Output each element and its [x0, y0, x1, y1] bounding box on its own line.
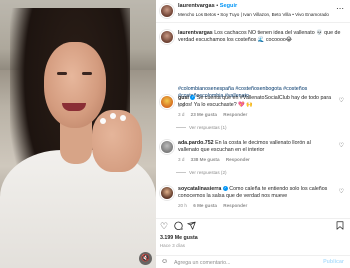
comment-username[interactable]: gusi	[178, 95, 189, 101]
comment-avatar[interactable]	[160, 140, 174, 154]
more-horizontal-icon[interactable]: ⋯	[336, 5, 344, 13]
comment-time: 3 d	[178, 157, 185, 162]
nail	[100, 118, 106, 124]
follow-button[interactable]: Seguir	[220, 3, 237, 9]
reel-video[interactable]: 🔇	[0, 0, 156, 268]
emoji-icon[interactable]: ☺	[161, 258, 168, 266]
share-icon[interactable]	[187, 221, 196, 232]
comment-composer: ☺ Publicar	[156, 255, 350, 268]
nail	[110, 113, 116, 119]
comment-body: Se cuenta que en #VallenatoSocialClub ha…	[178, 95, 332, 108]
separator-dot: •	[216, 3, 219, 9]
view-replies-button[interactable]: Ver respuestas (1)	[189, 125, 227, 130]
mute-toggle-icon[interactable]: 🔇	[139, 252, 152, 265]
right-eye	[82, 72, 92, 75]
comment-meta: 3 d 23 Me gusta Responder	[178, 112, 252, 117]
post-panel: laurentvargas • Seguir Mencho Los Betos …	[156, 0, 350, 268]
comment-icon[interactable]	[174, 221, 183, 232]
comment-reply-button[interactable]: Responder	[226, 157, 250, 162]
comment-like-heart-icon[interactable]: ♡	[339, 142, 344, 149]
caption-avatar[interactable]	[160, 30, 174, 44]
comment-text: ada.pardo.752 En la costa le decimos val…	[178, 140, 333, 154]
comment-like-heart-icon[interactable]: ♡	[339, 97, 344, 104]
comment-reply-button[interactable]: Responder	[223, 203, 247, 208]
left-eye	[57, 72, 67, 75]
post-header: laurentvargas • Seguir Mencho Los Betos …	[156, 0, 350, 23]
author-avatar[interactable]	[160, 4, 174, 18]
comment-likes[interactable]: 23 Me gusta	[191, 112, 217, 117]
nail	[120, 115, 126, 121]
actions-divider	[156, 218, 350, 219]
comment-text: soycatalinasierra ✓ Como caleña te entie…	[178, 186, 333, 200]
post-date: Hace 3 días	[160, 243, 186, 248]
woman-face	[44, 42, 106, 128]
comment-like-heart-icon[interactable]: ♡	[339, 188, 344, 195]
bookmark-icon[interactable]	[336, 221, 344, 232]
audio-link[interactable]: Mencho Los Betos • Soy Tuyo | Ivan Villa…	[178, 12, 329, 17]
author-username[interactable]: laurentvargas	[178, 3, 215, 9]
comment-input[interactable]	[174, 258, 314, 267]
heart-icon[interactable]: ♡	[160, 221, 168, 231]
comment-text: gusi ✓ Se cuenta que en #VallenatoSocial…	[178, 95, 333, 109]
publish-button[interactable]: Publicar	[323, 259, 344, 265]
comment-avatar[interactable]	[160, 186, 174, 200]
comment-meta: 20 h 6 Me gusta Responder	[178, 203, 252, 208]
comment-reply-button[interactable]: Responder	[223, 112, 247, 117]
author-line: laurentvargas • Seguir	[178, 3, 237, 9]
comment-time: 3 d	[178, 112, 185, 117]
post-actions: ♡	[156, 221, 350, 233]
caption-text: laurentvargas Los cachacos NO tienen ide…	[178, 30, 344, 44]
caption-username[interactable]: laurentvargas	[178, 30, 213, 36]
comment-username[interactable]: ada.pardo.752	[178, 140, 214, 146]
comment-meta: 3 d 338 Me gusta Responder	[178, 157, 255, 162]
comment-likes[interactable]: 338 Me gusta	[191, 157, 220, 162]
verified-badge-icon: ✓	[190, 95, 196, 101]
comment-time: 20 h	[178, 203, 187, 208]
comment-avatar[interactable]	[160, 95, 174, 109]
verified-badge-icon: ✓	[222, 186, 228, 192]
view-replies-button[interactable]: Ver respuestas (2)	[189, 170, 227, 175]
likes-count[interactable]: 3.199 Me gusta	[160, 235, 198, 241]
comment-likes[interactable]: 6 Me gusta	[193, 203, 217, 208]
comment-username[interactable]: soycatalinasierra	[178, 186, 221, 192]
